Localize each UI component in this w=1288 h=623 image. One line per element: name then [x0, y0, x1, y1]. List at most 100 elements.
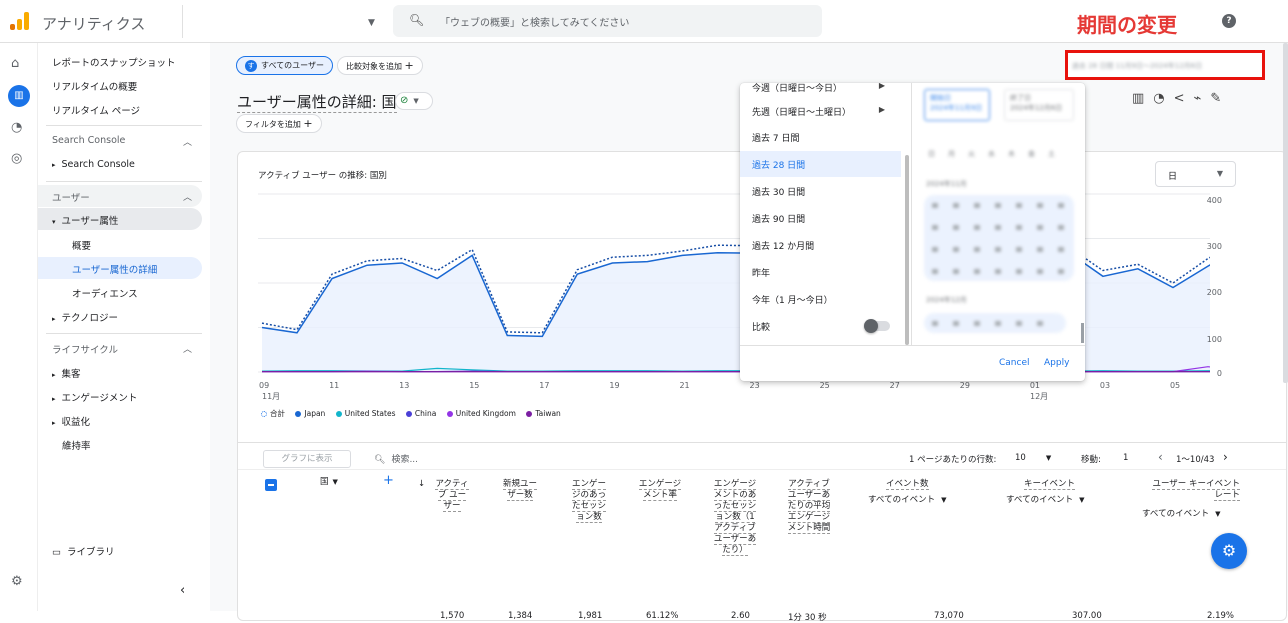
calendar-day[interactable] — [1058, 225, 1064, 230]
menu-item-this-year[interactable]: 今年（1 月～今日） — [740, 286, 901, 312]
chevron-up-icon[interactable]: ︿ — [183, 135, 192, 148]
sidebar-item-demographic-details[interactable]: ユーザー属性の詳細 — [72, 262, 157, 276]
sidebar-item-realtime-overview[interactable]: リアルタイムの概要 — [52, 79, 137, 93]
legend-item[interactable]: 合計 — [261, 408, 285, 419]
search-bar[interactable]: 🔍︎ 「ウェブの概要」と検索してみてください — [393, 5, 822, 37]
calendar-scrollbar[interactable] — [1081, 323, 1084, 343]
calendar-day[interactable] — [1016, 225, 1022, 230]
col-engagement-rate[interactable]: エンゲージメント率 — [638, 479, 682, 501]
calendar-day[interactable] — [974, 203, 980, 208]
calendar-day[interactable] — [1037, 247, 1043, 252]
sidebar-item-search-console[interactable]: ▸ Search Console — [52, 159, 135, 170]
page-scrollbar[interactable] — [1283, 43, 1288, 383]
compare-icon[interactable]: ▥ — [1132, 91, 1153, 106]
prev-page-icon[interactable]: ‹ — [1158, 450, 1163, 464]
sidebar-item-monetization[interactable]: ▸ 収益化 — [52, 414, 90, 428]
apply-button[interactable]: Apply — [1044, 358, 1069, 368]
calendar-day[interactable] — [995, 321, 1001, 326]
next-page-icon[interactable]: › — [1223, 450, 1228, 464]
goto-input[interactable]: 1 — [1123, 453, 1128, 463]
legend-item[interactable]: China — [405, 409, 436, 418]
granularity-select[interactable]: 日 ▼ — [1155, 161, 1236, 187]
menu-item-last-12-months[interactable]: 過去 12 か月間 — [740, 232, 901, 258]
all-users-chip[interactable]: すすべてのユーザー — [236, 56, 333, 75]
calendar-day[interactable] — [995, 247, 1001, 252]
event-filter-select[interactable]: すべてのイベント ▼ — [1006, 493, 1084, 505]
calendar-day[interactable] — [1037, 203, 1043, 208]
chevron-up-icon[interactable]: ︿ — [183, 190, 192, 203]
menu-item-last-30-days[interactable]: 過去 30 日間 — [740, 178, 901, 204]
add-filter-chip[interactable]: フィルタを追加 + — [236, 114, 322, 133]
calendar-day[interactable] — [995, 203, 1001, 208]
sidebar-item-realtime-pages[interactable]: リアルタイム ページ — [52, 103, 140, 117]
menu-item-last-week[interactable]: 先週（日曜日～土曜日） ▶ — [740, 98, 901, 124]
sidebar-item-overview[interactable]: 概要 — [72, 238, 91, 252]
calendar-day[interactable] — [1016, 203, 1022, 208]
event-filter-select[interactable]: すべてのイベント ▼ — [868, 493, 946, 505]
calendar-day[interactable] — [1037, 225, 1043, 230]
calendar-day[interactable] — [1016, 247, 1022, 252]
calendar-day[interactable] — [953, 225, 959, 230]
menu-item-last-90-days[interactable]: 過去 90 日間 — [740, 205, 901, 231]
dimension-select[interactable]: 国 ▼ — [320, 477, 338, 488]
calendar-day[interactable] — [932, 203, 938, 208]
col-user-key-event-rate[interactable]: ユーザー キーイベント レート — [1142, 479, 1240, 501]
calendar-day[interactable] — [1058, 247, 1064, 252]
calendar-day[interactable] — [995, 225, 1001, 230]
compare-toggle[interactable] — [864, 319, 890, 333]
chevron-up-icon[interactable]: ︿ — [183, 342, 192, 355]
calendar-day[interactable] — [1016, 269, 1022, 274]
calendar-day[interactable] — [1058, 203, 1064, 208]
sidebar-item-audiences[interactable]: オーディエンス — [72, 286, 138, 300]
home-icon[interactable]: ⌂ — [11, 56, 19, 71]
section-search-console[interactable]: Search Console — [52, 135, 125, 146]
add-comparison-chip[interactable]: 比較対象を追加 + — [337, 56, 423, 75]
col-key-events[interactable]: キーイベント — [1024, 479, 1076, 490]
calendar-day[interactable] — [974, 269, 980, 274]
calendar-day[interactable] — [1058, 269, 1064, 274]
calendar-day[interactable] — [1037, 321, 1043, 326]
title-status-dropdown[interactable]: ⊘ ▼ — [395, 92, 433, 110]
calendar-day[interactable] — [932, 321, 938, 326]
sort-arrow-icon[interactable]: ↓ — [418, 479, 425, 490]
sidebar-item-snapshot[interactable]: レポートのスナップショット — [52, 55, 176, 69]
date-range-selector[interactable]: 過去 28 日間 11月9日～2024年12月6日 — [1065, 50, 1265, 80]
share-icon[interactable]: < — [1174, 91, 1194, 106]
legend-item[interactable]: Taiwan — [526, 409, 561, 418]
collapse-chevron-icon[interactable]: ‹ — [180, 583, 185, 598]
settings-fab-icon[interactable]: ⚙ — [1211, 533, 1247, 569]
advertising-icon[interactable]: ◎ — [11, 151, 22, 166]
sidebar-item-library[interactable]: ▭ ライブラリ — [52, 544, 115, 558]
section-lifecycle[interactable]: ライフサイクル — [52, 342, 118, 356]
admin-gear-icon[interactable]: ⚙ — [11, 574, 23, 589]
analytics-logo-icon[interactable] — [10, 12, 30, 30]
calendar-day[interactable] — [974, 225, 980, 230]
trend-icon[interactable]: ⌁ — [1194, 91, 1211, 106]
calendar-day[interactable] — [953, 247, 959, 252]
legend-item[interactable]: United Kingdom — [446, 409, 516, 418]
legend-item[interactable]: Japan — [295, 409, 325, 418]
calendar-day[interactable] — [974, 321, 980, 326]
col-avg-engagement-time[interactable]: アクティブ ユーザーあたりの平均エンゲージメント時間 — [786, 479, 832, 534]
calendar-grid[interactable] — [924, 313, 1066, 333]
calendar-day[interactable] — [995, 269, 1001, 274]
reports-icon[interactable]: ▥ — [8, 85, 30, 107]
sidebar-item-engagement[interactable]: ▸ エンゲージメント — [52, 390, 137, 404]
calendar-day[interactable] — [932, 247, 938, 252]
calendar-day[interactable] — [953, 321, 959, 326]
plot-rows-button[interactable]: グラフに表示 — [263, 450, 351, 468]
rows-per-page-select[interactable]: 10 ▼ — [1015, 453, 1051, 463]
select-all-checkbox[interactable] — [265, 479, 277, 491]
calendar-day[interactable] — [932, 225, 938, 230]
add-dimension-plus-icon[interactable]: + — [383, 474, 394, 487]
sidebar-item-demographics[interactable]: ▾ ユーザー属性 — [52, 213, 118, 227]
cancel-button[interactable]: Cancel — [999, 358, 1030, 368]
sidebar-item-acquisition[interactable]: ▸ 集客 — [52, 366, 81, 380]
calendar-day[interactable] — [953, 269, 959, 274]
legend-item[interactable]: United States — [335, 409, 396, 418]
col-engaged-sessions-per-user[interactable]: エンゲージメントのあったセッション数（1 アクティブ ユーザーあたり） — [712, 479, 758, 556]
edit-pencil-icon[interactable]: ✎ — [1210, 91, 1230, 106]
event-filter-select[interactable]: すべてのイベント ▼ — [1142, 507, 1220, 519]
menu-scrollbar[interactable] — [905, 155, 909, 345]
menu-item-last-year[interactable]: 昨年 — [740, 259, 901, 285]
